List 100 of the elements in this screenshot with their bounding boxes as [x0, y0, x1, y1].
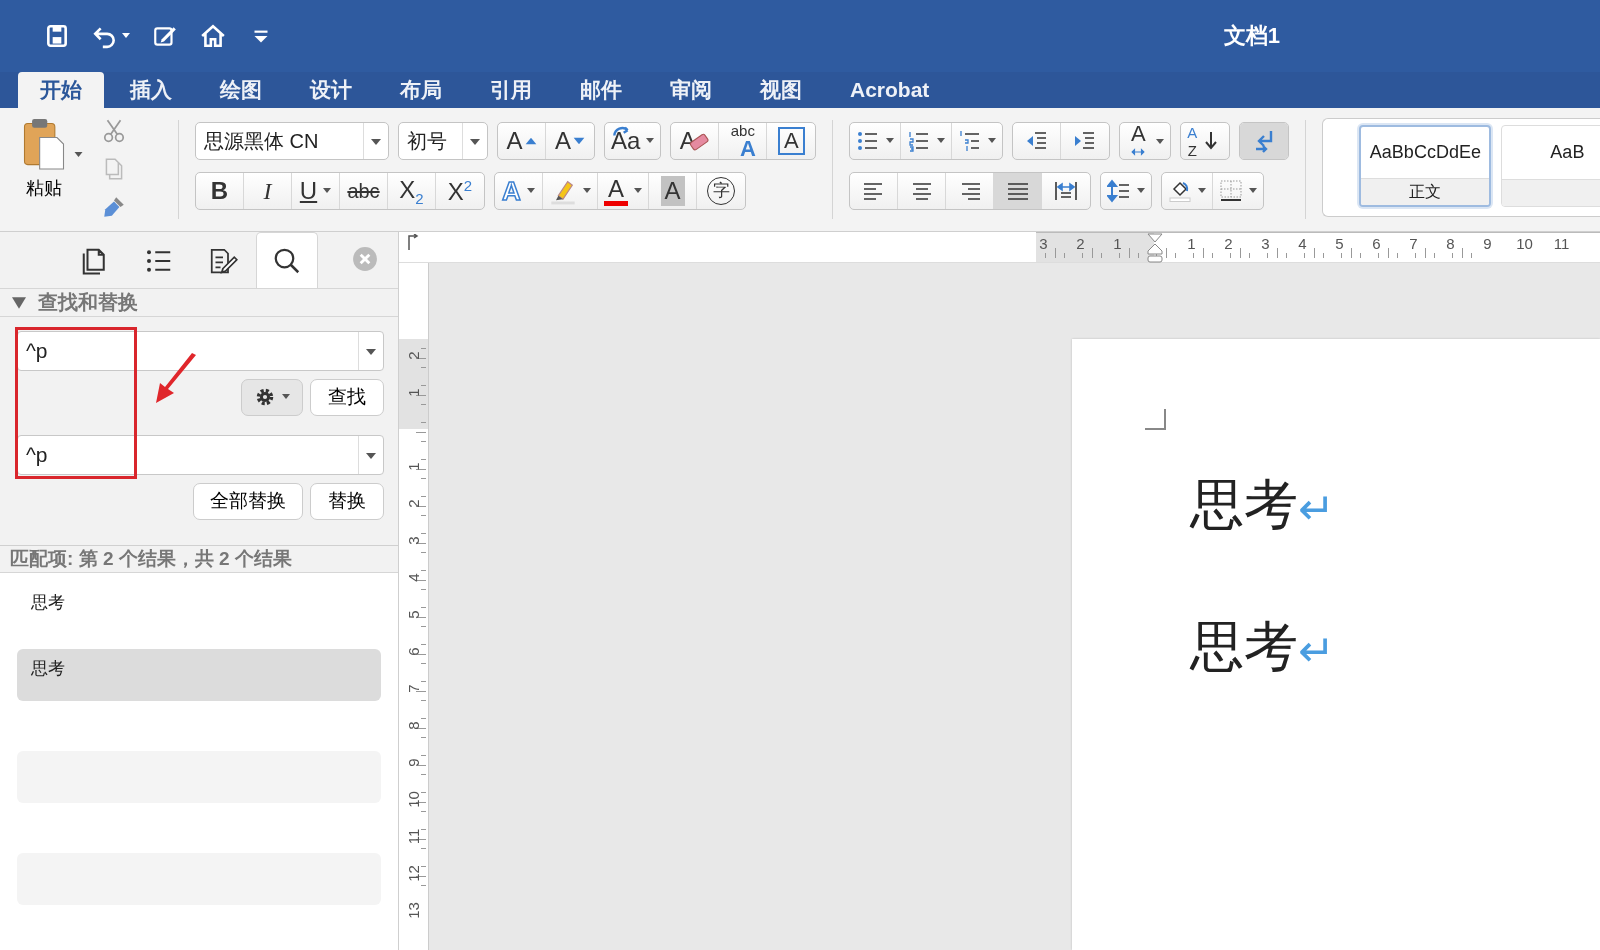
settings-button[interactable] — [241, 378, 303, 416]
asian-button[interactable]: A — [1120, 123, 1171, 159]
ruler-number: 10 — [1515, 234, 1534, 254]
caret-icon[interactable] — [1198, 188, 1207, 194]
ribbon-tab[interactable]: 引用 — [468, 72, 554, 108]
font-name-field[interactable]: 思源黑体 CN — [195, 122, 389, 160]
borders-icon — [1219, 179, 1244, 203]
paragraph-text: 思考 — [1190, 477, 1298, 531]
ruler-number: 13 — [404, 901, 423, 921]
distributed-icon — [1054, 179, 1079, 203]
subscript-button[interactable]: X$_{2}$ — [388, 173, 436, 209]
disclosure-triangle-icon[interactable] — [12, 296, 26, 309]
home-icon[interactable] — [200, 23, 226, 49]
caret-icon[interactable] — [526, 188, 535, 194]
caret-icon[interactable] — [634, 188, 642, 194]
enclose-button[interactable]: 字 — [697, 173, 745, 209]
phonetic-button[interactable]: abc A — [719, 123, 768, 159]
caret-icon[interactable] — [583, 188, 591, 194]
ruler-number: 10 — [404, 790, 423, 810]
caret-icon[interactable] — [1249, 188, 1258, 194]
caret-icon[interactable] — [646, 138, 655, 144]
tab-stop-icon[interactable] — [407, 234, 419, 250]
ruler-number: 4 — [404, 572, 423, 584]
color-button[interactable]: A — [598, 173, 649, 209]
bold-button[interactable]: B — [196, 173, 244, 209]
ruler-number: 11 — [404, 827, 423, 847]
marks-button[interactable] — [1240, 123, 1289, 159]
find-field[interactable]: ^p — [17, 331, 384, 371]
border-button[interactable]: A — [767, 123, 816, 159]
ribbon-tab[interactable]: 邮件 — [558, 72, 644, 108]
paragraph-text: 思考 — [1190, 619, 1298, 673]
triangle-icon — [524, 137, 537, 145]
ruler-number: 5 — [1334, 234, 1345, 254]
ribbon-tab[interactable]: 开始 — [18, 72, 104, 108]
shading-button[interactable]: A — [649, 173, 697, 209]
replace-button[interactable]: 替换 — [310, 482, 384, 520]
ribbon-tab[interactable]: 审阅 — [648, 72, 734, 108]
paragraph-mark: ↵ — [1298, 629, 1335, 673]
ruler-number: 6 — [404, 646, 423, 658]
search-result[interactable]: 思考 — [17, 649, 381, 701]
ribbon-tab[interactable]: 布局 — [378, 72, 464, 108]
margin-corner-mark — [1145, 409, 1167, 431]
window-title: 文档1 — [1223, 22, 1280, 50]
font-size-field[interactable]: 初号 — [398, 122, 488, 160]
case-button[interactable]: Aa — [605, 123, 661, 159]
caret-icon[interactable] — [937, 138, 946, 144]
gear-icon — [254, 386, 276, 408]
ruler-number: 3 — [404, 535, 423, 547]
style-card[interactable]: AaB — [1501, 125, 1600, 207]
strike-button[interactable]: abc — [340, 173, 388, 209]
justify-button[interactable] — [994, 173, 1043, 209]
ribbon-tab[interactable]: 绘图 — [198, 72, 284, 108]
search-result[interactable]: 思考 — [17, 583, 381, 635]
replace-field[interactable]: ^p — [17, 435, 384, 475]
ruler-number: 8 — [1445, 234, 1456, 254]
clipboard-icon — [22, 118, 66, 170]
ruler-number: 7 — [404, 683, 423, 695]
sort-button[interactable]: A Z — [1181, 123, 1230, 159]
spacing-icon — [1107, 179, 1132, 203]
find-button[interactable]: 查找 — [310, 378, 384, 416]
underline-button[interactable]: U — [292, 173, 340, 209]
ruler-number: 5 — [404, 609, 423, 621]
style-card[interactable]: AaBbCcDdEe 正文 — [1359, 125, 1492, 207]
caret-icon[interactable] — [1137, 188, 1146, 194]
scissors-icon[interactable] — [101, 118, 127, 144]
shrink-button[interactable]: A — [546, 123, 594, 159]
caret-icon[interactable] — [323, 188, 332, 194]
caret-icon[interactable] — [122, 33, 130, 39]
caret-icon[interactable] — [74, 152, 83, 158]
caret-icon[interactable] — [1156, 139, 1165, 145]
ruler-number: 2 — [404, 498, 423, 510]
ruler-number: 3 — [1038, 234, 1049, 254]
caret-icon[interactable] — [988, 138, 997, 144]
search-tab[interactable] — [256, 232, 318, 288]
ribbon-tab[interactable]: Acrobat — [828, 72, 952, 108]
ribbon-tab[interactable]: 视图 — [738, 72, 824, 108]
ruler-number: 4 — [1297, 234, 1308, 254]
ribbon-tab[interactable]: 插入 — [108, 72, 194, 108]
ruler-number: 12 — [404, 864, 423, 884]
ruler-number: 9 — [404, 757, 423, 769]
arrow-annotation — [154, 353, 198, 405]
paste-button[interactable]: 粘贴 — [22, 118, 66, 208]
triangle-icon — [573, 137, 585, 145]
ruler-number: 1 — [404, 461, 423, 473]
paragraph-mark: ↵ — [1298, 487, 1335, 531]
ruler-number: 11 — [1552, 234, 1571, 254]
ruler-number: 3 — [1260, 234, 1271, 254]
replace-all-button[interactable]: 全部替换 — [193, 482, 303, 520]
ribbon-tab[interactable]: 设计 — [288, 72, 374, 108]
section-title: 查找和替换 — [38, 290, 138, 315]
ruler-number: 1 — [404, 387, 423, 399]
caret-icon[interactable] — [886, 138, 895, 144]
grow-button[interactable]: A — [498, 123, 546, 159]
ruler-number: 2 — [1075, 234, 1086, 254]
ruler-number: 6 — [1371, 234, 1382, 254]
superscript-button[interactable]: X$^{2}$ — [436, 173, 484, 209]
italic-button[interactable]: I — [244, 173, 292, 209]
save-icon[interactable] — [44, 23, 70, 49]
ruler-number: 2 — [1223, 234, 1234, 254]
indent-marker-icon[interactable] — [1146, 233, 1163, 263]
